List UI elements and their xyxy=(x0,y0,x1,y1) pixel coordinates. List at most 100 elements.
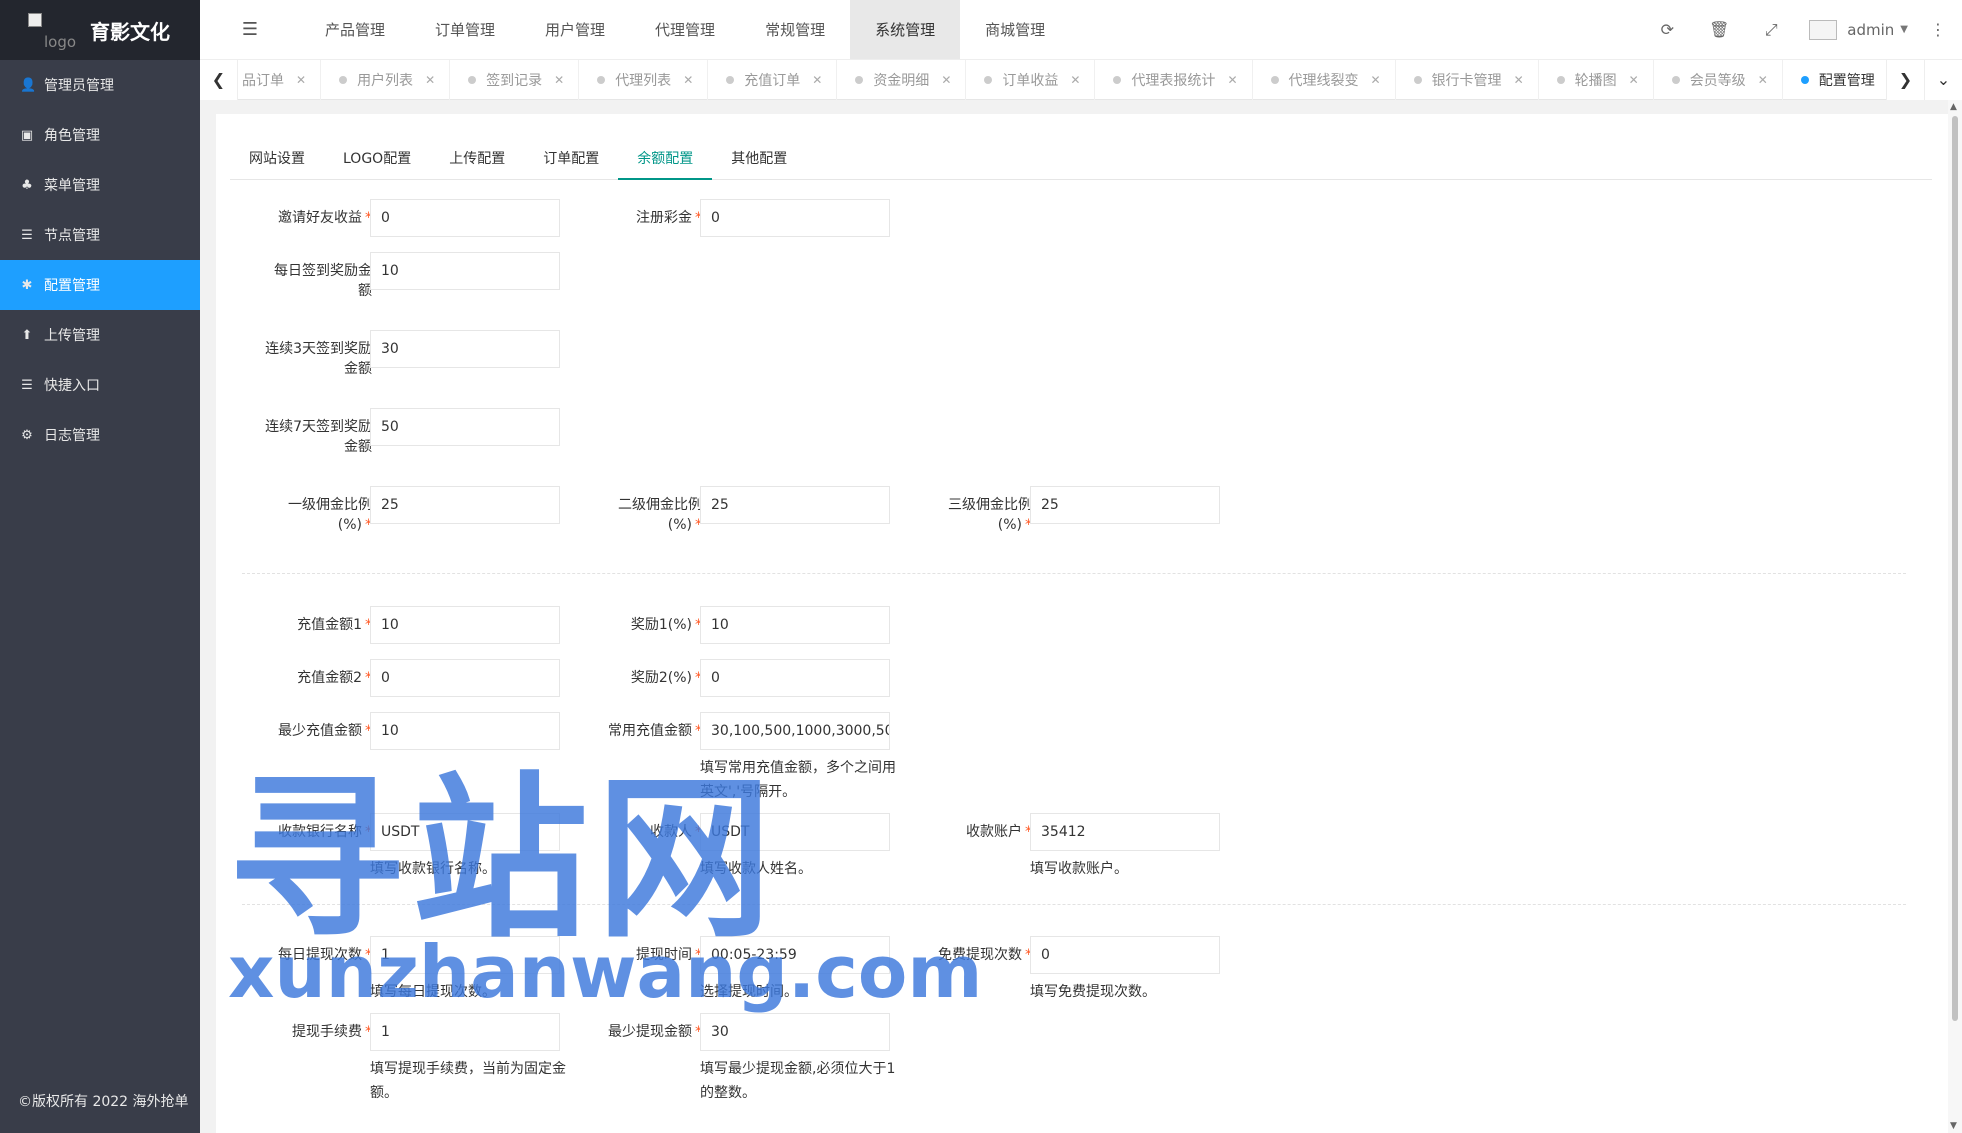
menu-toggle-icon[interactable]: ☰ xyxy=(200,0,300,59)
page-tab[interactable]: 资金明细 ✕ xyxy=(837,59,967,100)
invite_income-input[interactable]: 0 xyxy=(370,199,560,237)
scrollbar[interactable]: ▲ ▼ xyxy=(1948,100,1962,1133)
page-tab[interactable]: 配置管理✕ xyxy=(1783,60,1886,100)
close-icon[interactable]: ✕ xyxy=(1371,73,1381,87)
register_bonus-input[interactable]: 0 xyxy=(700,199,890,237)
sidebar-item[interactable]: 👤 管理员管理 xyxy=(0,60,200,110)
recharge_1-input[interactable]: 10 xyxy=(370,606,560,644)
bank_name-input[interactable]: USDT xyxy=(370,813,560,851)
page-tab[interactable]: 用户列表 ✕ xyxy=(321,59,451,100)
tree-icon: ♣ xyxy=(21,177,33,193)
close-icon[interactable]: ✕ xyxy=(812,73,822,87)
page-tab[interactable]: 品订单 ✕ xyxy=(238,59,322,100)
nav-item[interactable]: 常规管理 xyxy=(740,0,850,59)
signin_7-input[interactable]: 50 xyxy=(370,408,560,446)
close-icon[interactable]: ✕ xyxy=(1629,73,1639,87)
page-tab[interactable]: 代理线裂变 ✕ xyxy=(1253,59,1396,100)
min_withdraw-input[interactable]: 30 xyxy=(700,1013,890,1051)
page-tab[interactable]: 会员等级 ✕ xyxy=(1654,59,1783,100)
config-tab[interactable]: 余额配置 xyxy=(618,138,713,180)
commission_1-input[interactable]: 25 xyxy=(370,486,560,524)
logo-alt-text: logo xyxy=(44,33,77,51)
page-tab[interactable]: 代理表报统计 ✕ xyxy=(1095,59,1253,100)
nav-item[interactable]: 系统管理 xyxy=(850,0,961,59)
nav-item[interactable]: 订单管理 xyxy=(410,0,520,59)
logo-area: logo 育影文化 xyxy=(0,0,200,60)
close-icon[interactable]: ✕ xyxy=(554,73,564,87)
page-tab[interactable]: 订单收益 ✕ xyxy=(966,59,1096,100)
scrollbar-thumb[interactable] xyxy=(1952,116,1958,1021)
sidebar-item[interactable]: ♣ 菜单管理 xyxy=(0,160,200,210)
avatar[interactable] xyxy=(1809,19,1838,40)
page-tab-label: 充值订单 xyxy=(744,72,801,89)
sidebar-item[interactable]: ☰ 节点管理 xyxy=(0,210,200,260)
nav-item[interactable]: 代理管理 xyxy=(630,0,740,59)
payee-input[interactable]: USDT xyxy=(700,813,890,851)
nav-item[interactable]: 商城管理 xyxy=(960,0,1070,59)
close-icon[interactable]: ✕ xyxy=(1514,73,1524,87)
scroll-down-icon[interactable]: ▼ xyxy=(1950,1121,1957,1131)
withdraw_time-label: 提现时间 * xyxy=(572,945,702,965)
page-tab[interactable]: 充值订单 ✕ xyxy=(708,59,838,100)
daily_signin-input[interactable]: 10 xyxy=(370,252,560,290)
sidebar-item[interactable]: ▣ 角色管理 xyxy=(0,110,200,160)
more-vertical-icon[interactable]: ⋮ xyxy=(1930,20,1946,39)
field-label-text: 奖励2(%) xyxy=(630,670,692,686)
config-tab[interactable]: LOGO配置 xyxy=(324,138,430,180)
close-icon[interactable]: ✕ xyxy=(941,73,951,87)
daily_withdraw_times-input[interactable]: 1 xyxy=(370,936,560,974)
close-icon[interactable]: ✕ xyxy=(425,73,435,87)
close-icon[interactable]: ✕ xyxy=(683,73,693,87)
sidebar-item[interactable]: ⬆ 上传管理 xyxy=(0,310,200,360)
commission_3-input[interactable]: 25 xyxy=(1030,486,1220,524)
tab-dot-icon xyxy=(339,75,348,84)
page-tab[interactable]: 轮播图 ✕ xyxy=(1539,59,1654,100)
nav-item[interactable]: 产品管理 xyxy=(300,0,410,59)
withdraw_fee-input[interactable]: 1 xyxy=(370,1013,560,1051)
config-tab[interactable]: 订单配置 xyxy=(524,138,618,180)
page-tab[interactable]: 银行卡管理 ✕ xyxy=(1396,59,1539,100)
daily_withdraw_times-label: 每日提现次数 * xyxy=(242,945,372,965)
fullscreen-icon[interactable]: ⤢ xyxy=(1745,20,1797,40)
config-tab[interactable]: 网站设置 xyxy=(230,138,324,180)
tabs-right-icon[interactable]: ❯ xyxy=(1886,59,1924,100)
page-tab[interactable]: 签到记录 ✕ xyxy=(450,59,580,100)
refresh-icon[interactable]: ⟳ xyxy=(1641,20,1693,39)
recharge_2-input[interactable]: 0 xyxy=(370,659,560,697)
common_recharge-input[interactable]: 30,100,500,1000,3000,5000 xyxy=(700,712,890,750)
sidebar-item[interactable]: ⚙ 日志管理 xyxy=(0,410,200,460)
trash-icon[interactable]: 🗑 xyxy=(1693,20,1745,39)
sidebar-item-label: 快捷入口 xyxy=(44,378,100,394)
log-icon: ⚙ xyxy=(21,427,33,443)
reward_1-input[interactable]: 10 xyxy=(700,606,890,644)
signin_3-input[interactable]: 30 xyxy=(370,330,560,368)
tabs-left-icon[interactable]: ❮ xyxy=(200,59,238,100)
sidebar-item[interactable]: ✱ 配置管理 xyxy=(0,260,200,310)
commission_2-input[interactable]: 25 xyxy=(700,486,890,524)
username[interactable]: admin xyxy=(1847,21,1894,39)
config-tab[interactable]: 上传配置 xyxy=(430,138,524,180)
recharge_1-label: 充值金额1 * xyxy=(242,615,372,635)
page-tab[interactable]: 代理列表 ✕ xyxy=(579,59,709,100)
tab-dot-icon xyxy=(726,75,735,84)
free_withdraw_times-input[interactable]: 0 xyxy=(1030,936,1220,974)
withdraw_time-input[interactable]: 00:05-23:59 xyxy=(700,936,890,974)
sidebar-item[interactable]: ☰ 快捷入口 xyxy=(0,360,200,410)
tabs-dropdown-icon[interactable]: ⌄ xyxy=(1924,59,1962,100)
account-hint: 填写收款账户。 xyxy=(1030,861,1128,877)
min_recharge-input[interactable]: 10 xyxy=(370,712,560,750)
close-icon[interactable]: ✕ xyxy=(1758,73,1768,87)
scroll-up-icon[interactable]: ▲ xyxy=(1950,102,1957,112)
account-input[interactable]: 35412 xyxy=(1030,813,1220,851)
close-icon[interactable]: ✕ xyxy=(1070,73,1080,87)
config-tab[interactable]: 其他配置 xyxy=(712,138,806,180)
reward_2-input[interactable]: 0 xyxy=(700,659,890,697)
nav-item[interactable]: 用户管理 xyxy=(520,0,630,59)
close-icon[interactable]: ✕ xyxy=(296,73,306,87)
min_withdraw-label: 最少提现金额 * xyxy=(572,1022,702,1042)
field-label-text: 提现手续费 xyxy=(292,1024,362,1040)
payee-label: 收款人 * xyxy=(572,822,702,842)
caret-down-icon[interactable]: ▼ xyxy=(1900,24,1908,35)
content-card: 网站设置 LOGO配置 上传配置 订单配置 余额配置 其他配置 邀请好友收益 * 0 注册彩金 *… xyxy=(216,114,1948,1133)
close-icon[interactable]: ✕ xyxy=(1227,73,1237,87)
